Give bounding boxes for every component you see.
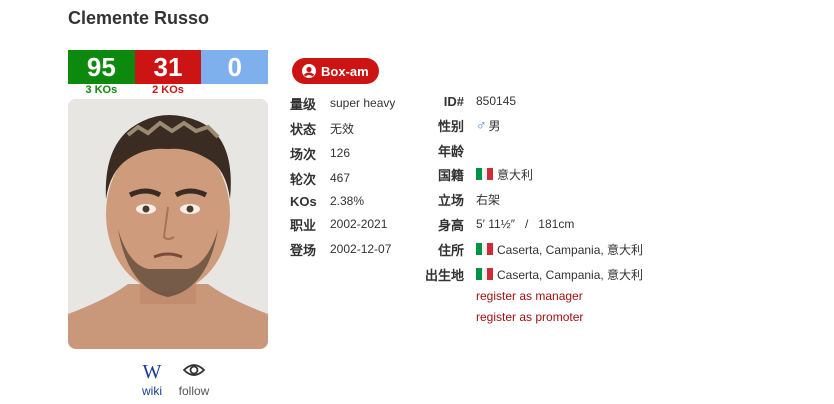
kos-row: 3 KOs 2 KOs <box>68 84 268 96</box>
loss-kos: 2 KOs <box>152 84 184 96</box>
badge-label: Box-am <box>321 63 369 79</box>
draw-kos-empty <box>201 84 268 96</box>
wiki-label: wiki <box>142 384 162 398</box>
detail-birthplace: 出生地 Caserta, Campania, 意大利 <box>424 267 644 283</box>
detail-rounds: 轮次 467 <box>290 171 351 187</box>
detail-career: 职业 2002-2021 <box>290 217 388 233</box>
detail-height: 身高 5′ 11½″ / 181cm <box>437 217 575 233</box>
record-bar: 95 31 0 <box>68 50 269 84</box>
detail-sex: 性别 ♂ 男 <box>437 117 501 134</box>
detail-id: ID# 850145 <box>443 93 517 109</box>
detail-kos: KOs 2.38% <box>290 193 365 209</box>
detail-stance: 立场 右架 <box>437 192 501 208</box>
italy-flag <box>476 268 494 280</box>
draws-count: 0 <box>201 50 269 84</box>
boxer-name: Clemente Russo <box>68 8 210 28</box>
detail-debut: 登场 2002-12-07 <box>290 242 392 258</box>
italy-flag <box>476 168 494 180</box>
follow-label: follow <box>178 384 210 398</box>
register-promoter-link[interactable]: register as promoter <box>476 310 583 324</box>
detail-bouts: 场次 126 <box>290 146 351 162</box>
male-icon: ♂ <box>476 117 487 133</box>
detail-nationality: 国籍 意大利 <box>437 167 534 183</box>
register-manager-link[interactable]: register as manager <box>476 289 583 303</box>
losses-count: 31 <box>134 50 202 84</box>
italy-flag <box>476 243 494 255</box>
eye-icon <box>182 364 206 376</box>
detail-age: 年龄 <box>437 143 464 159</box>
detail-division: 量级 super heavy <box>290 96 396 112</box>
follow-button[interactable]: follow <box>176 362 212 398</box>
wiki-link[interactable]: W wiki <box>140 362 164 398</box>
wikipedia-icon: W <box>142 361 162 383</box>
win-kos: 3 KOs <box>85 84 118 96</box>
detail-status: 状态 无效 <box>290 121 355 137</box>
user-circle-icon <box>302 64 316 78</box>
detail-residence: 住所 Caserta, Campania, 意大利 <box>437 242 644 258</box>
boxer-photo <box>68 99 268 349</box>
wins-count: 95 <box>68 50 135 84</box>
box-am-badge[interactable]: Box-am <box>292 58 379 84</box>
